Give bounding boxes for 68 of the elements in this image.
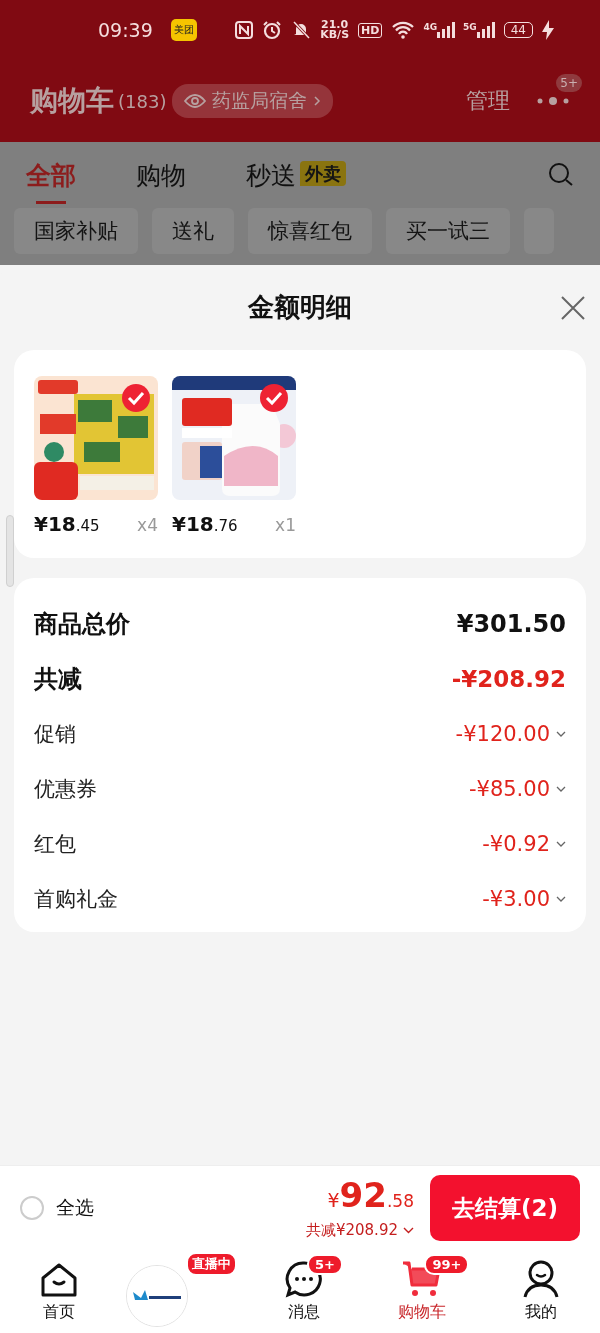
page-title: 购物车: [30, 83, 114, 119]
nfc-icon: [235, 21, 254, 39]
nav-tab[interactable]: 我的: [481, 1250, 600, 1333]
manage-button[interactable]: 管理: [466, 86, 510, 116]
network-speed: 21.0 KB/S: [320, 20, 350, 40]
filter-chip[interactable]: 惊喜红包: [248, 208, 372, 254]
notification-badge: 5+: [556, 74, 582, 92]
count-badge: 99+: [424, 1254, 470, 1275]
hd-indicator: HD: [358, 22, 383, 38]
search-icon[interactable]: [548, 162, 574, 188]
summary-amount: ¥301.50: [456, 609, 566, 638]
filter-chip[interactable]: 国家补贴: [14, 208, 138, 254]
eye-icon: [184, 94, 207, 108]
signal-4g: 4G: [423, 22, 456, 38]
app-badge: 美团: [170, 19, 197, 41]
check-icon[interactable]: [122, 384, 150, 412]
summary-amount: -¥208.92: [451, 665, 566, 692]
sheet-title: 金额明细: [248, 291, 352, 324]
item-count: (183): [118, 90, 167, 112]
total-saving: 共减¥208.92: [305, 1220, 398, 1240]
close-icon[interactable]: [560, 295, 586, 321]
signal-5g: 5G: [463, 22, 495, 38]
summary-amount: -¥120.00: [455, 721, 550, 746]
item-quantity: x1: [275, 515, 296, 535]
scroll-handle[interactable]: [6, 515, 14, 587]
chevron-down-icon[interactable]: [556, 785, 566, 792]
summary-amount: -¥0.92: [482, 831, 550, 856]
filter-chip[interactable]: 送礼: [152, 208, 234, 254]
chevron-down-icon[interactable]: [556, 730, 566, 737]
chevron-down-icon[interactable]: [556, 840, 566, 847]
wifi-icon: [391, 21, 416, 39]
summary-label: 促销: [34, 720, 76, 748]
mute-bell-icon: [291, 20, 312, 40]
select-all-label[interactable]: 全选: [56, 1195, 94, 1221]
summary-label: 共减: [34, 663, 82, 695]
summary-amount: -¥3.00: [482, 886, 550, 911]
summary-label: 优惠券: [34, 775, 97, 803]
alarm-icon: [262, 20, 283, 40]
check-icon[interactable]: [260, 384, 288, 412]
nav-tab[interactable]: 首页: [0, 1250, 119, 1333]
item-quantity: x4: [137, 515, 158, 535]
item-price: ¥18.45: [34, 512, 100, 536]
category-tab[interactable]: 秒送 $^{外卖}$: [246, 158, 346, 204]
summary-amount: -¥85.00: [468, 776, 550, 801]
total-price: ¥92.58: [327, 1176, 414, 1217]
item-price: ¥18.76: [172, 512, 238, 536]
chevron-right-icon: [313, 95, 322, 107]
nav-tab[interactable]: 99+ 购物车: [363, 1250, 482, 1333]
select-all-radio[interactable]: [20, 1196, 44, 1220]
delivery-tag: 外卖: [300, 160, 346, 186]
checkout-button[interactable]: 去结算(2): [429, 1175, 580, 1241]
live-badge: 直播中: [186, 1252, 238, 1276]
person-icon: [522, 1260, 559, 1298]
home-icon: [40, 1262, 79, 1298]
filter-chip[interactable]: 买一试三: [386, 208, 510, 254]
chevron-down-icon[interactable]: [556, 895, 566, 902]
chevron-down-icon[interactable]: [402, 1226, 414, 1234]
summary-label: 首购礼金: [34, 885, 118, 913]
charging-icon: [542, 20, 554, 40]
nav-tab[interactable]: 5+ 消息: [244, 1250, 364, 1333]
battery-level: 44: [503, 22, 533, 38]
more-icon[interactable]: [536, 96, 570, 106]
summary-label: 红包: [34, 830, 76, 858]
clock-time: 09:39: [98, 19, 153, 41]
count-badge: 5+: [307, 1254, 343, 1275]
summary-label: 商品总价: [34, 608, 130, 640]
address-chip[interactable]: 药监局宿舍: [172, 84, 334, 118]
category-tab[interactable]: 购物: [136, 158, 186, 204]
